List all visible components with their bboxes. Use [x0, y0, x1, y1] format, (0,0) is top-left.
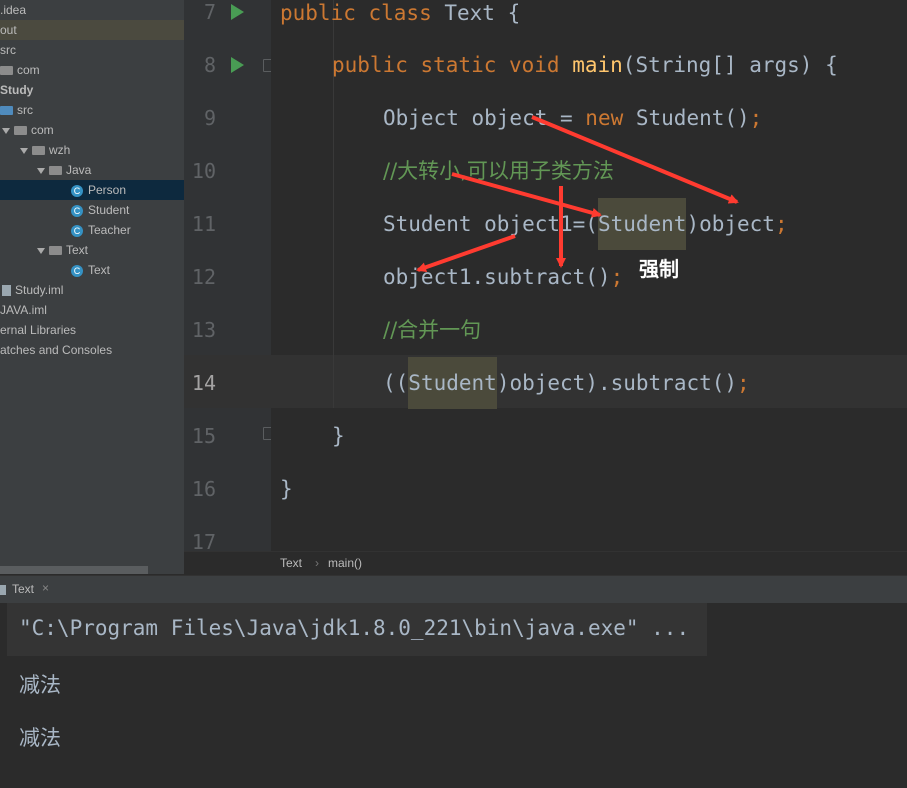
annotation-arrows: [416, 115, 739, 273]
arrow-object1-to-line12: [416, 234, 516, 273]
arrow-comment-to-student: [451, 172, 602, 218]
